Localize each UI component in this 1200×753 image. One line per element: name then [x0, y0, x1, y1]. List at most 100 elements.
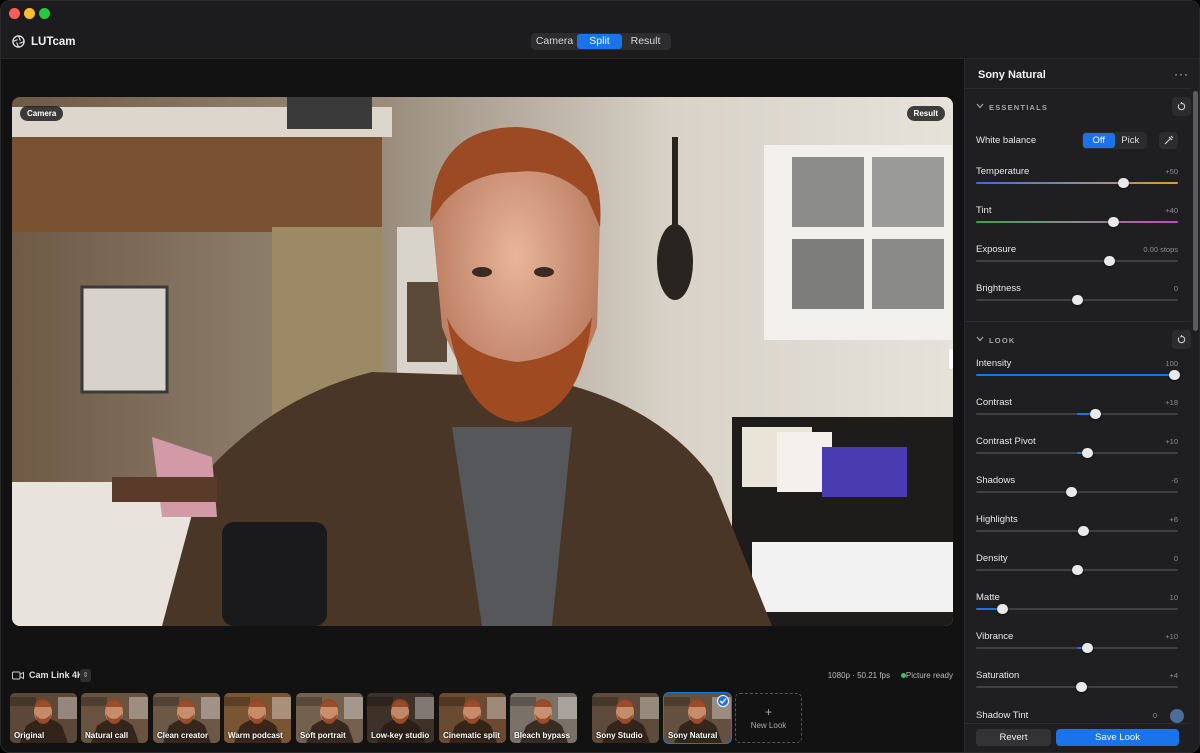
- view-mode-split[interactable]: Split: [577, 34, 622, 49]
- exposure-slider-thumb[interactable]: [1104, 256, 1115, 266]
- main-area: Camera Result Cam Link 4K ⇕ 1080p · 50.2…: [1, 59, 964, 752]
- camera-preview[interactable]: Camera Result: [12, 97, 953, 626]
- vibrance-slider-thumb[interactable]: [1082, 643, 1093, 653]
- look-label: Low-key studio: [371, 731, 430, 740]
- shadows-value: -6: [1171, 476, 1178, 485]
- intensity-slider-row: Intensity 100: [976, 358, 1180, 388]
- resolution-fps-readout: 1080p · 50.21 fps: [827, 671, 890, 680]
- shadows-slider-track[interactable]: [976, 491, 1178, 493]
- contrast-pivot-value: +10: [1165, 437, 1178, 446]
- revert-button[interactable]: Revert: [976, 729, 1051, 746]
- app-window: LUTcam Camera Split Result Camera Result…: [0, 0, 1200, 753]
- checkmark-icon: [717, 695, 729, 707]
- temperature-slider-track[interactable]: [976, 182, 1178, 184]
- exposure-label: Exposure: [976, 244, 1017, 255]
- intensity-slider-thumb[interactable]: [1169, 370, 1180, 380]
- contrast-pivot-slider-thumb[interactable]: [1082, 448, 1093, 458]
- divider: [965, 88, 1191, 89]
- save-look-button[interactable]: Save Look: [1056, 729, 1179, 746]
- slider-fill: [976, 374, 1174, 376]
- look-reset-button[interactable]: [1172, 330, 1191, 349]
- shadows-slider-row: Shadows -6: [976, 475, 1178, 505]
- essentials-section-header[interactable]: ESSENTIALS: [976, 97, 1191, 116]
- temperature-slider-thumb[interactable]: [1118, 178, 1129, 188]
- panel-scrollbar[interactable]: [1193, 91, 1198, 331]
- look-label: Warm podcast: [228, 731, 283, 740]
- chevron-down-icon: [976, 336, 984, 342]
- look-label: Bleach bypass: [514, 731, 571, 740]
- look-label: Cinematic split: [443, 731, 500, 740]
- saturation-slider-row: Saturation +4: [976, 670, 1178, 700]
- highlights-slider-thumb[interactable]: [1078, 526, 1089, 536]
- look-thumbnail[interactable]: Warm podcast: [224, 693, 291, 743]
- tint-slider-track[interactable]: [976, 221, 1178, 223]
- panel-footer: Revert Save Look: [965, 723, 1191, 752]
- contrast-pivot-slider-row: Contrast Pivot +10: [976, 436, 1178, 466]
- intensity-value: 100: [1165, 359, 1178, 368]
- aperture-icon: [12, 35, 25, 48]
- white-balance-off-option[interactable]: Off: [1083, 133, 1115, 148]
- new-look-label: New Look: [750, 721, 787, 730]
- tint-slider-thumb[interactable]: [1108, 217, 1119, 227]
- look-thumbnail[interactable]: Original: [10, 693, 77, 743]
- brightness-slider-thumb[interactable]: [1072, 295, 1083, 305]
- chevron-down-icon: [976, 103, 984, 109]
- density-slider-row: Density 0: [976, 553, 1178, 583]
- look-thumbnail[interactable]: Cinematic split: [439, 693, 506, 743]
- look-thumbnail[interactable]: Natural call: [81, 693, 148, 743]
- matte-slider-thumb[interactable]: [997, 604, 1008, 614]
- saturation-slider-thumb[interactable]: [1076, 682, 1087, 692]
- brightness-value: 0: [1173, 284, 1178, 293]
- shadows-slider-thumb[interactable]: [1066, 487, 1077, 497]
- new-look-button[interactable]: + New Look: [735, 693, 802, 743]
- tint-value: +40: [1165, 206, 1178, 215]
- camera-source-select[interactable]: ⇕: [80, 669, 91, 682]
- view-mode-switcher: Camera Split Result: [531, 33, 671, 50]
- look-label: Sony Studio: [596, 731, 643, 740]
- exposure-slider-row: Exposure 0.00 stops: [976, 244, 1178, 274]
- highlights-slider-row: Highlights +6: [976, 514, 1178, 544]
- minimize-window-button[interactable]: [24, 8, 35, 19]
- shadow-tint-color-swatch[interactable]: [1170, 709, 1184, 723]
- tint-label: Tint: [976, 205, 992, 216]
- temperature-value: +50: [1165, 167, 1178, 176]
- more-options-icon[interactable]: ···: [1174, 67, 1189, 81]
- essentials-reset-button[interactable]: [1172, 97, 1191, 116]
- look-thumbnail[interactable]: Clean creator: [153, 693, 220, 743]
- exposure-slider-track[interactable]: [976, 260, 1178, 262]
- divider: [965, 321, 1191, 322]
- matte-value: 10: [1169, 593, 1178, 602]
- look-thumbnail[interactable]: Bleach bypass: [510, 693, 577, 743]
- look-thumbnail[interactable]: Low-key studio: [367, 693, 434, 743]
- picture-ready-status: Picture ready: [905, 671, 953, 680]
- look-label: Natural call: [85, 731, 129, 740]
- view-mode-camera[interactable]: Camera: [532, 34, 577, 49]
- reset-icon: [1177, 102, 1186, 111]
- look-thumbnail[interactable]: Soft portrait: [296, 693, 363, 743]
- white-balance-pick-option[interactable]: Pick: [1115, 133, 1147, 148]
- view-mode-result[interactable]: Result: [622, 34, 669, 49]
- close-window-button[interactable]: [9, 8, 20, 19]
- app-title: LUTcam: [31, 36, 76, 48]
- contrast-slider-row: Contrast +18: [976, 397, 1178, 427]
- look-label: Soft portrait: [300, 731, 346, 740]
- contrast-slider-thumb[interactable]: [1090, 409, 1101, 419]
- split-divider-handle[interactable]: [949, 349, 953, 369]
- shadow-tint-value: 0: [1152, 711, 1157, 720]
- look-label: Original: [14, 731, 45, 740]
- zoom-window-button[interactable]: [39, 8, 50, 19]
- tint-slider-row: Tint +40: [976, 205, 1178, 235]
- highlights-label: Highlights: [976, 514, 1018, 525]
- eyedropper-button[interactable]: [1159, 132, 1178, 149]
- temperature-slider-row: Temperature +50: [976, 166, 1178, 196]
- look-thumbnail[interactable]: Sony Studio: [592, 693, 659, 743]
- camera-label-chip: Camera: [20, 106, 64, 121]
- look-section-header[interactable]: LOOK: [976, 330, 1191, 349]
- density-slider-thumb[interactable]: [1072, 565, 1083, 575]
- status-bar: Cam Link 4K ⇕ 1080p · 50.21 fps Picture …: [12, 669, 953, 683]
- reset-icon: [1177, 335, 1186, 344]
- vibrance-slider-row: Vibrance +10: [976, 631, 1178, 661]
- adjustments-panel: Sony Natural ··· ESSENTIALS White balanc…: [964, 59, 1199, 752]
- look-thumbnail[interactable]: Sony Natural: [663, 692, 732, 744]
- plus-icon: +: [764, 705, 772, 719]
